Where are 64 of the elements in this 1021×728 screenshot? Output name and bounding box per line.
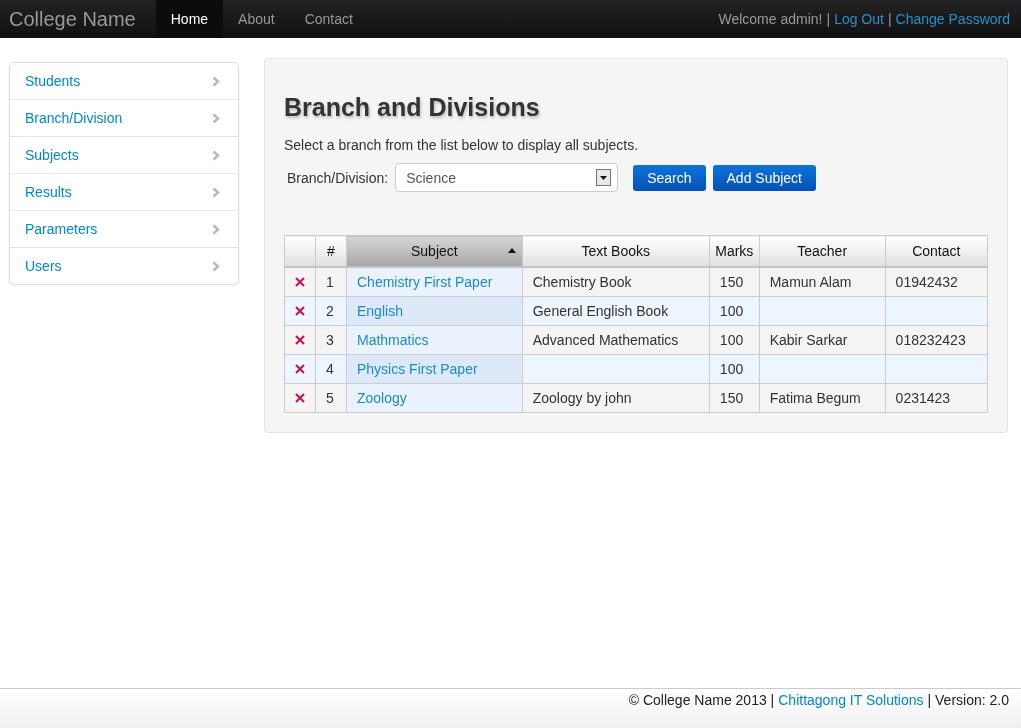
table-cell: 2	[326, 303, 334, 319]
table-cell: Fatima Begum	[769, 390, 861, 406]
delete-icon[interactable]	[295, 306, 305, 316]
table-cell: 018232423	[895, 332, 966, 348]
column-header[interactable]: Teacher	[759, 235, 886, 267]
column-header[interactable]: #	[315, 235, 347, 267]
company-link[interactable]: Chittagong IT Solutions	[778, 692, 924, 728]
delete-icon[interactable]	[295, 393, 305, 403]
table-cell: Zoology by john	[532, 390, 632, 406]
chevron-icon	[212, 112, 220, 124]
table-cell: Mamun Alam	[769, 274, 852, 290]
column-header[interactable]: Contact	[885, 235, 988, 267]
sort-ascending-icon	[507, 248, 516, 253]
delete-icon[interactable]	[295, 277, 305, 287]
page-title: Branch and Divisions	[284, 93, 541, 122]
sidebar-item[interactable]: Subjects	[10, 136, 238, 173]
search-button[interactable]: Search	[633, 164, 706, 191]
column-header[interactable]: Marks	[709, 235, 760, 267]
table-cell: 0231423	[895, 390, 951, 406]
table-cell: 150	[719, 274, 744, 290]
table-cell: 01942432	[895, 274, 958, 290]
table-cell: General English Book	[532, 303, 669, 319]
column-header[interactable]: Subject	[346, 235, 523, 267]
subject-link[interactable]: Zoology	[357, 390, 407, 406]
sidebar-item[interactable]: Results	[10, 173, 238, 210]
table-cell: 3	[326, 332, 334, 348]
brand-name[interactable]: College Name	[9, 0, 156, 38]
nav-tab[interactable]: Home	[155, 0, 224, 38]
table-cell: Kabir Sarkar	[769, 332, 848, 348]
sidebar-item[interactable]: Branch/Division	[10, 99, 238, 136]
delete-icon[interactable]	[295, 364, 305, 374]
chevron-icon	[212, 149, 220, 161]
column-header[interactable]: Text Books	[522, 235, 710, 267]
sidebar-item[interactable]: Users	[10, 247, 238, 284]
table-cell: 150	[719, 390, 744, 406]
change-password-link[interactable]: Change Password	[895, 0, 1010, 38]
chevron-icon	[212, 223, 220, 235]
chevron-icon	[212, 186, 220, 198]
table-cell: 100	[719, 332, 744, 348]
sidebar-item[interactable]: Students	[10, 63, 238, 99]
delete-icon[interactable]	[295, 335, 305, 345]
nav-tab[interactable]: About	[223, 0, 290, 38]
separator: |	[886, 10, 893, 29]
version-text: | Version: 2.0	[927, 692, 1009, 710]
branch-label: Branch/Division:	[287, 169, 389, 186]
table-cell: Chemistry Book	[532, 274, 632, 290]
table-cell: Advanced Mathematics	[532, 332, 679, 348]
subject-link[interactable]: English	[357, 303, 403, 319]
table-cell: 1	[326, 274, 334, 290]
add-subject-button[interactable]: Add Subject	[712, 164, 816, 191]
nav-tab[interactable]: Contact	[289, 0, 368, 38]
table-cell: 100	[719, 361, 744, 377]
copyright-text: © College Name 2013 |	[628, 692, 775, 710]
separator: |	[825, 10, 832, 29]
table-cell: 100	[719, 303, 744, 319]
sidebar-item[interactable]: Parameters	[10, 210, 238, 247]
chevron-icon	[212, 260, 220, 272]
table-cell: 5	[326, 390, 334, 406]
chevron-icon	[212, 75, 220, 87]
table-cell: 4	[326, 361, 334, 377]
branch-dropdown[interactable]: Science	[395, 163, 619, 192]
logout-link[interactable]: Log Out	[834, 0, 884, 38]
instruction-text: Select a branch from the list below to display all subjects.	[284, 137, 640, 153]
welcome-text: Welcome admin!	[718, 10, 823, 29]
